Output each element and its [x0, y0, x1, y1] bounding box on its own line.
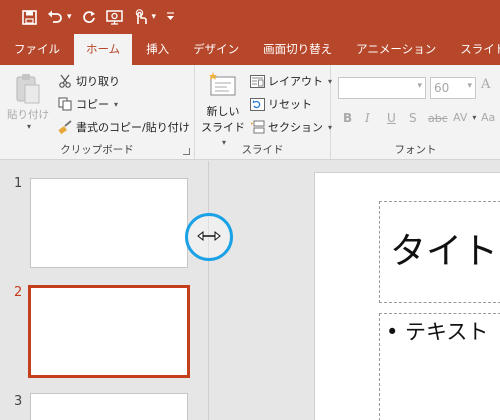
slide-thumbnail-3[interactable] [30, 393, 188, 420]
font-name-dropdown-icon: ▾ [417, 81, 422, 91]
reset-label: リセット [268, 98, 312, 111]
redo-icon[interactable] [82, 7, 96, 27]
thumbnail-number-1: 1 [14, 176, 23, 191]
italic-button[interactable]: I [365, 111, 370, 125]
shadow-button[interactable]: S [409, 111, 417, 125]
reset-icon [249, 96, 265, 112]
format-painter-button[interactable]: 書式のコピー/貼り付け [57, 119, 190, 135]
scissors-icon [57, 73, 73, 89]
body-placeholder[interactable]: • テキスト [379, 313, 500, 420]
new-slide-label-1: 新しい [206, 105, 240, 118]
slides-group: 新しい スライド▾ レイアウト ▾ リセット セクション ▾ スライド [195, 65, 332, 159]
quick-access-toolbar: ▾ ▾ [0, 0, 500, 34]
clipboard-group: 貼り付け ▾ 切り取り コピー ▾ 書式のコピー/貼り付け クリップボード [0, 65, 195, 159]
resize-horizontal-icon [197, 230, 221, 245]
save-icon[interactable] [22, 7, 37, 27]
slide-thumbnail-1[interactable] [30, 178, 188, 268]
character-spacing-label: AV [453, 111, 468, 124]
section-icon [249, 119, 265, 135]
layout-button[interactable]: レイアウト ▾ [249, 73, 332, 89]
touch-mode-dropdown-icon[interactable]: ▾ [152, 7, 157, 27]
cut-label: 切り取り [76, 75, 120, 88]
clipboard-group-label: クリップボード [60, 144, 134, 156]
undo-icon[interactable] [47, 7, 63, 27]
character-spacing-button[interactable]: AV ▾ [453, 111, 476, 124]
tab-slideshow[interactable]: スライド ショー [448, 34, 500, 65]
font-size-box[interactable]: 60 ▾ [430, 77, 476, 99]
font-group: ▾ 60 ▾ A B I U S abc AV ▾ Aa フォント [331, 65, 500, 159]
thumbnail-number-2: 2 [14, 285, 23, 300]
change-case-button[interactable]: Aa [481, 111, 495, 124]
slide-thumbnail-2[interactable] [28, 285, 190, 378]
format-painter-icon [57, 119, 73, 135]
tab-animations[interactable]: アニメーション [344, 34, 448, 65]
cut-button[interactable]: 切り取り [57, 73, 120, 89]
present-from-start-icon[interactable] [105, 7, 123, 27]
tab-home[interactable]: ホーム [74, 34, 133, 65]
slide-canvas: タイトル • テキスト [314, 172, 500, 420]
new-slide-button[interactable]: 新しい スライド▾ [199, 69, 247, 147]
title-placeholder-text: タイトル [390, 231, 500, 272]
character-spacing-dropdown-icon: ▾ [472, 113, 477, 122]
body-placeholder-text: • テキスト [386, 320, 489, 344]
tab-transitions[interactable]: 画面切り替え [251, 34, 344, 65]
paste-label: 貼り付け [7, 109, 49, 121]
copy-icon [57, 96, 73, 112]
bold-button[interactable]: B [343, 111, 352, 125]
slide-thumbnails-pane: 1 2 3 [0, 161, 209, 420]
copy-dropdown-icon[interactable]: ▾ [114, 100, 118, 109]
layout-label: レイアウト [268, 75, 323, 88]
slides-group-label: スライド [241, 144, 284, 156]
paste-button[interactable]: 貼り付け ▾ [6, 71, 50, 133]
tab-file[interactable]: ファイル [0, 34, 72, 65]
paste-icon [14, 73, 42, 105]
section-label: セクション [268, 121, 323, 134]
font-size-value: 60 [434, 81, 450, 95]
font-group-label: フォント [394, 144, 437, 156]
reset-button[interactable]: リセット [249, 96, 312, 112]
pane-splitter-handle[interactable] [185, 213, 233, 261]
layout-icon [249, 73, 265, 89]
font-size-dropdown-icon: ▾ [467, 81, 472, 91]
undo-dropdown-icon[interactable]: ▾ [67, 7, 72, 27]
thumbnail-number-3: 3 [14, 394, 23, 409]
underline-button[interactable]: U [387, 111, 396, 125]
copy-button[interactable]: コピー ▾ [57, 96, 118, 112]
new-slide-icon [208, 71, 238, 99]
slide-editor: タイトル • テキスト [210, 161, 500, 420]
tab-insert[interactable]: 挿入 [134, 34, 181, 65]
increase-font-icon[interactable]: A [481, 77, 490, 92]
section-button[interactable]: セクション ▾ [249, 119, 332, 135]
tab-design[interactable]: デザイン [181, 34, 251, 65]
paste-dropdown-icon: ▾ [26, 122, 31, 131]
ribbon-tabs: ファイル ホーム 挿入 デザイン 画面切り替え アニメーション スライド ショー [0, 34, 500, 65]
title-placeholder[interactable]: タイトル [379, 201, 500, 303]
copy-label: コピー [76, 98, 109, 111]
strikethrough-button[interactable]: abc [428, 112, 448, 125]
ribbon: 貼り付け ▾ 切り取り コピー ▾ 書式のコピー/貼り付け クリップボード 新し… [0, 65, 500, 160]
font-name-box[interactable]: ▾ [338, 77, 426, 99]
customize-qat-icon[interactable] [166, 7, 175, 27]
clipboard-launcher-icon[interactable] [183, 148, 190, 155]
touch-mode-icon[interactable] [133, 7, 148, 27]
format-painter-label: 書式のコピー/貼り付け [76, 121, 190, 134]
